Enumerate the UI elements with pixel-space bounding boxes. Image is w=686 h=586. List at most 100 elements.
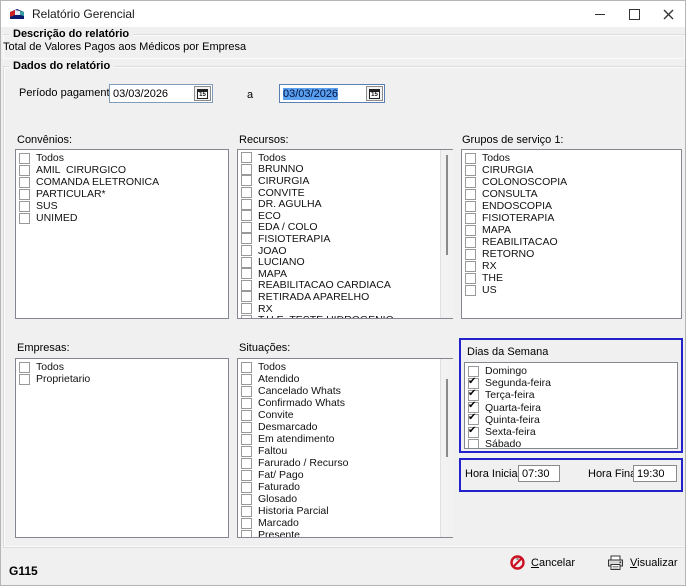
checkbox-unchecked-icon[interactable] — [465, 225, 476, 236]
list-item[interactable]: PARTICULAR* — [16, 188, 228, 200]
list-item[interactable]: Todos — [16, 361, 228, 373]
checkbox-unchecked-icon[interactable] — [465, 237, 476, 248]
calendar-button-end[interactable]: 15 — [366, 86, 383, 101]
close-button[interactable] — [651, 1, 685, 27]
list-item[interactable]: Proprietario — [16, 373, 228, 385]
list-item[interactable]: Quarta-feira — [465, 402, 677, 414]
scrollbar-thumb[interactable] — [446, 155, 448, 255]
list-item[interactable]: CONSULTA — [462, 188, 681, 200]
list-item[interactable]: Domingo — [465, 365, 677, 377]
checkbox-unchecked-icon[interactable] — [465, 273, 476, 284]
checkbox-unchecked-icon[interactable] — [19, 213, 30, 224]
scrollbar-thumb[interactable] — [446, 379, 448, 457]
checkbox-unchecked-icon[interactable] — [19, 189, 30, 200]
list-item[interactable]: Convite — [238, 409, 452, 421]
empresas-listbox[interactable]: TodosProprietario — [15, 358, 229, 538]
recursos-listbox[interactable]: TodosBRUNNOCIRURGIACONVITEDR. AGULHAECOE… — [237, 149, 453, 319]
checkbox-unchecked-icon[interactable] — [19, 153, 30, 164]
list-item[interactable]: RX — [462, 260, 681, 272]
checkbox-unchecked-icon[interactable] — [19, 374, 30, 385]
checkbox-unchecked-icon[interactable] — [241, 175, 252, 186]
grupos-listbox[interactable]: TodosCIRURGIACOLONOSCOPIACONSULTAENDOSCO… — [461, 149, 682, 319]
checkbox-unchecked-icon[interactable] — [465, 153, 476, 164]
checkbox-unchecked-icon[interactable] — [465, 177, 476, 188]
checkbox-unchecked-icon[interactable] — [465, 213, 476, 224]
checkbox-unchecked-icon[interactable] — [465, 189, 476, 200]
list-item[interactable]: REABILITACAO CARDIACA — [238, 280, 452, 292]
list-item[interactable]: RX — [238, 303, 452, 315]
list-item[interactable]: Historia Parcial — [238, 505, 452, 517]
list-item[interactable]: AMIL CIRURGICO — [16, 164, 228, 176]
recursos-scrollbar[interactable] — [440, 150, 453, 318]
checkbox-unchecked-icon[interactable] — [241, 164, 252, 175]
list-item[interactable]: FISIOTERAPIA — [462, 212, 681, 224]
title-bar[interactable]: Relatório Gerencial — [1, 1, 685, 28]
checkbox-unchecked-icon[interactable] — [241, 280, 252, 291]
checkbox-unchecked-icon[interactable] — [465, 249, 476, 260]
list-item[interactable]: LUCIANO — [238, 256, 452, 268]
checkbox-unchecked-icon[interactable] — [241, 222, 252, 233]
checkbox-unchecked-icon[interactable] — [241, 446, 252, 457]
list-item[interactable]: CIRURGIA — [238, 175, 452, 187]
list-item[interactable]: Segunda-feira — [465, 377, 677, 389]
maximize-button[interactable] — [617, 1, 651, 27]
list-item[interactable]: REABILITACAO — [462, 236, 681, 248]
list-item[interactable]: Terça-feira — [465, 389, 677, 401]
convenios-listbox[interactable]: TodosAMIL CIRURGICOCOMANDA ELETRONICAPAR… — [15, 149, 229, 319]
list-item[interactable]: Todos — [238, 361, 452, 373]
list-item[interactable]: COLONOSCOPIA — [462, 176, 681, 188]
list-item[interactable]: Presente — [238, 529, 452, 538]
checkbox-unchecked-icon[interactable] — [241, 410, 252, 421]
checkbox-unchecked-icon[interactable] — [468, 439, 479, 449]
list-item[interactable]: Farurado / Recurso — [238, 457, 452, 469]
list-item[interactable]: ECO — [238, 210, 452, 222]
list-item[interactable]: UNIMED — [16, 212, 228, 224]
checkbox-unchecked-icon[interactable] — [241, 530, 252, 539]
checkbox-unchecked-icon[interactable] — [19, 177, 30, 188]
checkbox-unchecked-icon[interactable] — [241, 187, 252, 198]
list-item[interactable]: RETORNO — [462, 248, 681, 260]
list-item[interactable]: Glosado — [238, 493, 452, 505]
list-item[interactable]: Faturado — [238, 481, 452, 493]
checkbox-unchecked-icon[interactable] — [241, 458, 252, 469]
checkbox-unchecked-icon[interactable] — [241, 199, 252, 210]
list-item[interactable]: CIRURGIA — [462, 164, 681, 176]
list-item[interactable]: THE — [462, 272, 681, 284]
checkbox-unchecked-icon[interactable] — [241, 362, 252, 373]
checkbox-unchecked-icon[interactable] — [241, 470, 252, 481]
period-end-field[interactable]: 03/03/2026 15 — [279, 84, 385, 103]
checkbox-unchecked-icon[interactable] — [241, 374, 252, 385]
list-item[interactable]: COMANDA ELETRONICA — [16, 176, 228, 188]
list-item[interactable]: T.H.E. TESTE HIDROGENIO — [238, 314, 452, 319]
list-item[interactable]: RETIRADA APARELHO — [238, 291, 452, 303]
checkbox-unchecked-icon[interactable] — [19, 165, 30, 176]
list-item[interactable]: Marcado — [238, 517, 452, 529]
list-item[interactable]: Todos — [16, 152, 228, 164]
minimize-button[interactable] — [583, 1, 617, 27]
checkbox-unchecked-icon[interactable] — [241, 233, 252, 244]
checkbox-unchecked-icon[interactable] — [465, 261, 476, 272]
checkbox-checked-icon[interactable] — [468, 427, 479, 438]
list-item[interactable]: US — [462, 284, 681, 296]
preview-button[interactable]: Visualizar — [603, 553, 682, 573]
list-item[interactable]: Confirmado Whats — [238, 397, 452, 409]
checkbox-unchecked-icon[interactable] — [241, 386, 252, 397]
situacoes-scrollbar[interactable] — [440, 359, 453, 537]
list-item[interactable]: BRUNNO — [238, 164, 452, 176]
list-item[interactable]: ENDOSCOPIA — [462, 200, 681, 212]
situacoes-listbox[interactable]: TodosAtendidoCancelado WhatsConfirmado W… — [237, 358, 453, 538]
list-item[interactable]: Desmarcado — [238, 421, 452, 433]
period-start-field[interactable]: 03/03/2026 15 — [109, 84, 213, 103]
list-item[interactable]: MAPA — [462, 224, 681, 236]
list-item[interactable]: FISIOTERAPIA — [238, 233, 452, 245]
checkbox-unchecked-icon[interactable] — [241, 152, 252, 163]
checkbox-unchecked-icon[interactable] — [241, 315, 252, 319]
list-item[interactable]: Atendido — [238, 373, 452, 385]
list-item[interactable]: EDA / COLO — [238, 222, 452, 234]
checkbox-unchecked-icon[interactable] — [241, 210, 252, 221]
list-item[interactable]: Quinta-feira — [465, 414, 677, 426]
list-item[interactable]: Faltou — [238, 445, 452, 457]
checkbox-unchecked-icon[interactable] — [241, 268, 252, 279]
list-item[interactable]: DR. AGULHA — [238, 198, 452, 210]
list-item[interactable]: Todos — [238, 152, 452, 164]
